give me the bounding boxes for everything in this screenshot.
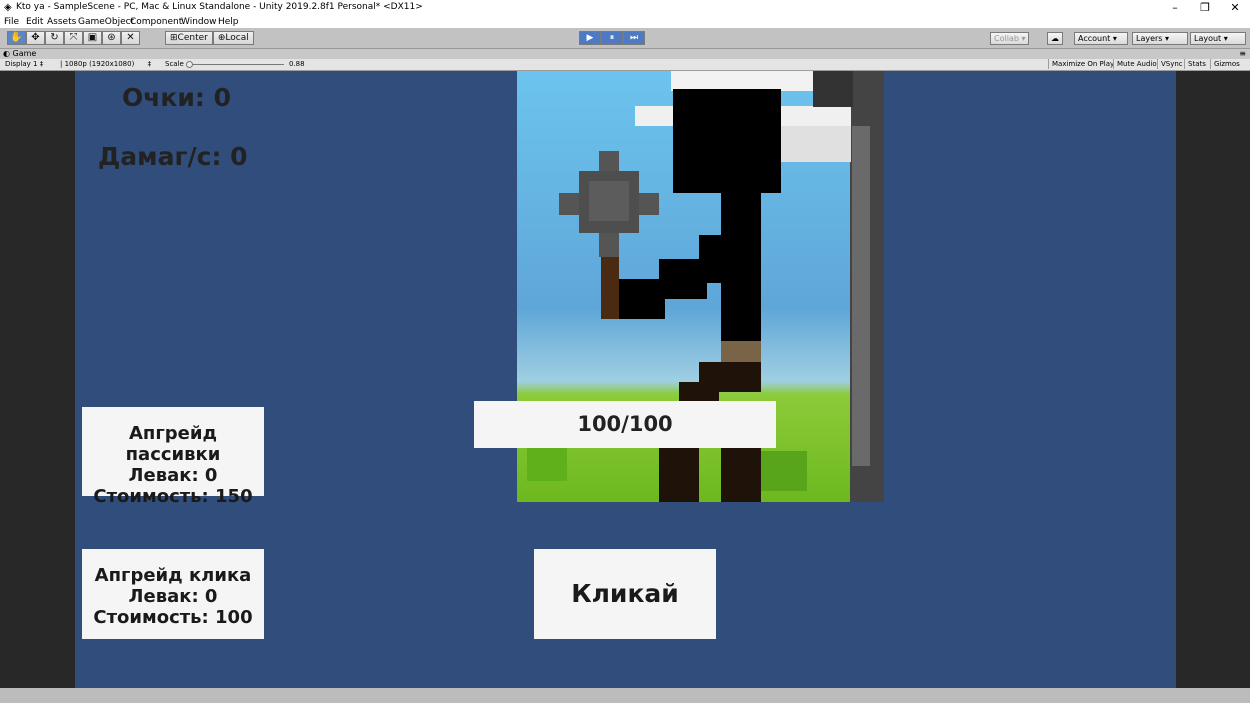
hand-tool-icon[interactable]: ✋ xyxy=(7,31,26,45)
stickman-arm xyxy=(659,259,707,299)
layout-label: Layout xyxy=(1194,34,1222,43)
score-label: Очки: 0 xyxy=(122,83,231,112)
step-button[interactable]: ⏭ xyxy=(623,31,645,45)
upgrade-click-cost: Стоимость: 100 xyxy=(93,607,253,628)
transform-tool-icon[interactable]: ⊛ xyxy=(102,31,121,45)
menu-bar: File Edit Assets GameObject Component Wi… xyxy=(0,15,1250,28)
upgrade-passive-title: Апгрейд пассивки xyxy=(125,423,221,465)
menu-component[interactable]: Component xyxy=(130,17,182,27)
resolution-label: 1080p (1920x1080) xyxy=(64,60,135,68)
helmet-side xyxy=(781,126,851,162)
stickman-head xyxy=(673,89,781,193)
unity-logo-icon: ◈ xyxy=(4,2,12,13)
window-titlebar: ◈ Kto ya - SampleScene - PC, Mac & Linux… xyxy=(0,0,1250,15)
pivot-toggles: ⊞Center ⊕Local xyxy=(165,31,254,45)
mute-audio-toggle[interactable]: Mute Audio xyxy=(1113,59,1160,69)
stickman-leg-left xyxy=(659,447,699,502)
status-bar xyxy=(0,688,1250,703)
letterbox-right xyxy=(1176,71,1250,688)
stickman-hips xyxy=(679,382,719,402)
game-tab[interactable]: ◐ Game xyxy=(3,49,36,59)
upgrade-passive-button[interactable]: Апгрейд пассивки Левак: 0 Стоимость: 150 xyxy=(82,407,264,507)
game-view: Очки: 0 Дамаг/с: 0 100/100 Апгрейд пасси… xyxy=(0,71,1250,688)
layers-label: Layers xyxy=(1136,34,1163,43)
display-dropdown[interactable]: Display 1 ‡ xyxy=(5,60,43,69)
upgrade-click-title: Апгрейд клика xyxy=(94,565,252,586)
main-toolbar: ✋ ✥ ↻ ⤧ ▣ ⊛ ✕ ⊞Center ⊕Local ▶ ⏸ ⏭ Colla… xyxy=(0,28,1250,49)
rect-tool-icon[interactable]: ▣ xyxy=(83,31,102,45)
menu-window[interactable]: Window xyxy=(181,17,217,27)
enemy-hp-bar: 100/100 xyxy=(474,401,776,448)
upgrade-passive-level: Левак: 0 xyxy=(128,465,218,486)
vsync-toggle[interactable]: VSync xyxy=(1157,59,1186,69)
scale-slider-handle[interactable] xyxy=(186,61,193,68)
play-button[interactable]: ▶ xyxy=(579,31,601,45)
game-canvas: Очки: 0 Дамаг/с: 0 100/100 Апгрейд пасси… xyxy=(75,71,1176,688)
game-view-toolbar: Display 1 ‡ | 1080p (1920x1080) ‡ Scale … xyxy=(0,59,1250,71)
menu-file[interactable]: File xyxy=(4,17,19,27)
resolution-dropdown[interactable]: | 1080p (1920x1080) ‡ xyxy=(60,60,151,69)
stickman-hand xyxy=(619,279,665,319)
gizmos-dropdown[interactable]: Gizmos xyxy=(1210,59,1243,69)
game-tab-label: Game xyxy=(12,49,37,58)
menu-gameobject[interactable]: GameObject xyxy=(78,17,134,27)
layers-dropdown[interactable]: Layers ▾ xyxy=(1132,32,1188,45)
upgrade-click-level: Левак: 0 xyxy=(128,586,218,607)
menu-assets[interactable]: Assets xyxy=(47,17,76,27)
helmet-shadow xyxy=(813,71,853,107)
minimize-button[interactable]: – xyxy=(1158,0,1192,15)
window-title: Kto ya - SampleScene - PC, Mac & Linux S… xyxy=(16,2,423,12)
click-button[interactable]: Кликай xyxy=(534,549,716,639)
close-button[interactable]: ✕ xyxy=(1218,0,1250,15)
account-dropdown[interactable]: Account ▾ xyxy=(1074,32,1128,45)
cloud-button[interactable]: ☁ xyxy=(1047,32,1063,45)
pivot-local-button[interactable]: ⊕Local xyxy=(212,31,254,45)
game-tab-header: ◐ Game ≡ xyxy=(0,49,1250,59)
pivot-center-button[interactable]: ⊞Center xyxy=(165,31,213,45)
restore-button[interactable]: ❐ xyxy=(1188,0,1222,15)
custom-tool-icon[interactable]: ✕ xyxy=(121,31,140,45)
move-tool-icon[interactable]: ✥ xyxy=(26,31,45,45)
scale-value: 0.88 xyxy=(289,60,305,68)
tab-menu-icon[interactable]: ≡ xyxy=(1239,49,1246,59)
layout-dropdown[interactable]: Layout ▾ xyxy=(1190,32,1246,45)
collab-dropdown[interactable]: Collab ▾ xyxy=(990,32,1030,45)
account-label: Account xyxy=(1078,34,1111,43)
mace-handle xyxy=(601,257,619,319)
play-controls: ▶ ⏸ ⏭ xyxy=(579,31,645,45)
upgrade-click-button[interactable]: Апгрейд клика Левак: 0 Стоимость: 100 xyxy=(82,549,264,639)
scale-label: Scale xyxy=(165,60,184,68)
scale-slider-track[interactable] xyxy=(188,64,284,65)
upgrade-passive-cost: Стоимость: 150 xyxy=(93,486,253,507)
letterbox-left xyxy=(0,71,75,688)
stickman-leg-right xyxy=(721,447,761,502)
rotate-tool-icon[interactable]: ↻ xyxy=(45,31,64,45)
transform-tools: ✋ ✥ ↻ ⤧ ▣ ⊛ ✕ xyxy=(7,31,140,45)
stickman-belt xyxy=(721,341,761,363)
helmet-top xyxy=(671,71,815,91)
pause-button[interactable]: ⏸ xyxy=(601,31,623,45)
display-label: Display 1 xyxy=(5,60,38,68)
scale-tool-icon[interactable]: ⤧ xyxy=(64,31,83,45)
stone-pillar-shade xyxy=(852,126,870,466)
menu-edit[interactable]: Edit xyxy=(26,17,43,27)
stats-toggle[interactable]: Stats xyxy=(1184,59,1209,69)
dps-label: Дамаг/с: 0 xyxy=(98,142,248,171)
maximize-on-play-toggle[interactable]: Maximize On Play xyxy=(1048,59,1117,69)
menu-help[interactable]: Help xyxy=(218,17,239,27)
